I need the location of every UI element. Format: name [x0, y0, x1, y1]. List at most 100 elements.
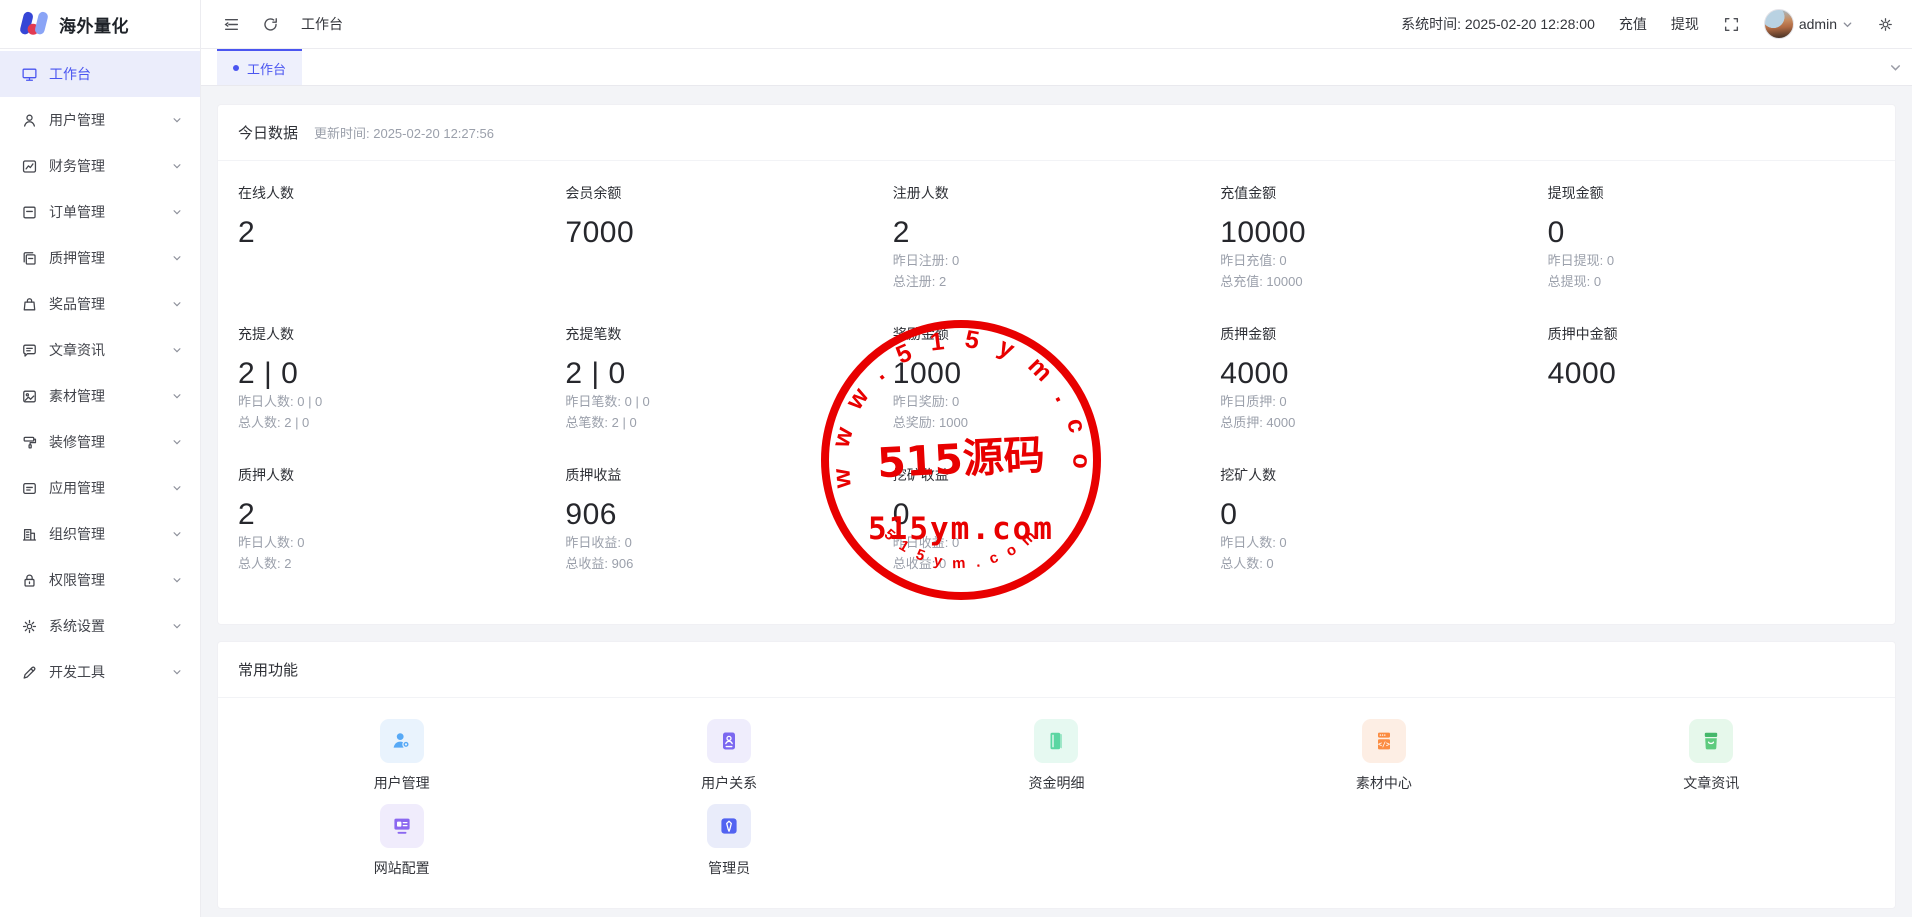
quick-app-article-news[interactable]: 文章资讯 — [1548, 719, 1875, 793]
paint-roller-icon — [21, 434, 38, 451]
contact-card-icon — [707, 719, 751, 763]
quick-app-label: 资金明细 — [1028, 773, 1084, 793]
recharge-button[interactable]: 充值 — [1619, 14, 1647, 34]
stat-sub-yesterday: 昨日人数: 0 | 0 — [238, 391, 555, 412]
stat-sub-yesterday: 昨日人数: 0 — [1220, 532, 1537, 553]
chevron-down-icon — [172, 345, 182, 355]
quick-app-label: 用户管理 — [374, 773, 430, 793]
building-icon — [21, 526, 38, 543]
quick-app-label: 管理员 — [708, 858, 750, 878]
quick-app-fund-details[interactable]: 资金明细 — [893, 719, 1220, 793]
sidebar-item-label: 奖品管理 — [49, 294, 172, 314]
quick-card-header: 常用功能 — [218, 642, 1895, 698]
gear-icon — [21, 618, 38, 635]
sidebar-item-label: 质押管理 — [49, 248, 172, 268]
stat-empty-cell — [1548, 465, 1875, 606]
sidebar-item-label: 开发工具 — [49, 662, 172, 682]
quick-app-material-center[interactable]: </> 素材中心 — [1220, 719, 1547, 793]
sidebar-item-dev-tools[interactable]: 开发工具 — [0, 649, 200, 695]
stat-sub-total: 总笔数: 2 | 0 — [565, 412, 882, 433]
stats-grid: 在线人数 2 会员余额 7000 注册人数 2 昨日注册: 0 总注册: 2 充… — [218, 161, 1895, 624]
system-time: 系统时间: 2025-02-20 12:28:00 — [1401, 14, 1595, 34]
article-bag-icon — [1689, 719, 1733, 763]
settings-gear-icon[interactable] — [1877, 16, 1894, 33]
sidebar-item-material-management[interactable]: 素材管理 — [0, 373, 200, 419]
stat-pledge-amount: 质押金额 4000 昨日质押: 0 总质押: 4000 — [1220, 324, 1547, 465]
stat-value: 4000 — [1548, 357, 1865, 391]
chevron-down-icon — [172, 437, 182, 447]
stat-sub-total: 总人数: 0 — [1220, 553, 1537, 574]
avatar[interactable] — [1764, 9, 1794, 39]
admin-badge-icon — [707, 804, 751, 848]
stat-withdraw-amount: 提现金额 0 昨日提现: 0 总提现: 0 — [1548, 183, 1875, 324]
sidebar-item-application-management[interactable]: 应用管理 — [0, 465, 200, 511]
breadcrumb: 工作台 — [301, 14, 343, 34]
sidebar-item-permission-management[interactable]: 权限管理 — [0, 557, 200, 603]
brand-area[interactable]: 海外量化 — [0, 0, 201, 48]
monitor-icon — [21, 66, 38, 83]
sidebar-item-organization-management[interactable]: 组织管理 — [0, 511, 200, 557]
stat-sub-total: 总人数: 2 — [238, 553, 555, 574]
sidebar-item-label: 工作台 — [49, 64, 182, 84]
quick-app-label: 素材中心 — [1356, 773, 1412, 793]
quick-app-user-management[interactable]: 用户管理 — [238, 719, 565, 793]
stat-mining-income: 挖矿收益 0 昨日收益: 0 总收益: 0 — [893, 465, 1220, 606]
sidebar-item-order-management[interactable]: 订单管理 — [0, 189, 200, 235]
stat-label: 充提人数 — [238, 324, 555, 344]
image-icon — [21, 388, 38, 405]
user-menu[interactable]: admin — [1764, 9, 1853, 39]
stat-sub-yesterday: 昨日收益: 0 — [893, 532, 1210, 553]
stat-sub-total: 总人数: 2 | 0 — [238, 412, 555, 433]
sidebar-item-article-news[interactable]: 文章资讯 — [0, 327, 200, 373]
stat-value: 0 — [1220, 498, 1537, 532]
chat-icon — [21, 342, 38, 359]
sidebar-item-pledge-management[interactable]: 质押管理 — [0, 235, 200, 281]
stat-pledge-income: 质押收益 906 昨日收益: 0 总收益: 906 — [565, 465, 892, 606]
code-window-icon: </> — [1362, 719, 1406, 763]
chevron-down-icon — [172, 483, 182, 493]
active-tab-dot — [233, 65, 239, 71]
quick-card-title: 常用功能 — [238, 659, 298, 680]
copy-icon — [21, 250, 38, 267]
app-root: 海外量化 工作台 系统时间: 2025-02-20 12:28:00 充值 提现… — [0, 0, 1912, 917]
stat-value: 4000 — [1220, 357, 1537, 391]
sidebar-item-prize-management[interactable]: 奖品管理 — [0, 281, 200, 327]
quick-app-administrator[interactable]: 管理员 — [565, 804, 892, 878]
site-monitor-icon — [380, 804, 424, 848]
user-gear-icon — [380, 719, 424, 763]
stat-label: 会员余额 — [565, 183, 882, 203]
stat-sub-total: 总注册: 2 — [893, 271, 1210, 292]
sidebar-item-system-settings[interactable]: 系统设置 — [0, 603, 200, 649]
stat-label: 充提笔数 — [565, 324, 882, 344]
app-window-icon — [21, 480, 38, 497]
sidebar-item-decoration-management[interactable]: 装修管理 — [0, 419, 200, 465]
chevron-down-icon — [172, 161, 182, 171]
today-card-header: 今日数据 更新时间: 2025-02-20 12:27:56 — [218, 105, 1895, 161]
sidebar-item-label: 组织管理 — [49, 524, 172, 544]
chevron-down-icon — [172, 575, 182, 585]
tab-list-chevron-icon[interactable] — [1889, 61, 1902, 74]
quick-app-site-config[interactable]: 网站配置 — [238, 804, 565, 878]
stat-label: 质押人数 — [238, 465, 555, 485]
stat-label: 质押收益 — [565, 465, 882, 485]
tab-workbench[interactable]: 工作台 — [217, 49, 302, 85]
sidebar-item-finance-management[interactable]: 财务管理 — [0, 143, 200, 189]
stat-value: 2 — [238, 216, 555, 250]
chevron-down-icon — [172, 621, 182, 631]
stat-member-balance: 会员余额 7000 — [565, 183, 892, 324]
document-icon — [21, 204, 38, 221]
stat-pledging-amount: 质押中金额 4000 — [1548, 324, 1875, 465]
sidebar-item-workbench[interactable]: 工作台 — [0, 51, 200, 97]
fullscreen-icon[interactable] — [1723, 16, 1740, 33]
quick-app-user-relations[interactable]: 用户关系 — [565, 719, 892, 793]
collapse-menu-icon[interactable] — [223, 16, 240, 33]
svg-text:</>: </> — [1378, 740, 1390, 748]
stat-sub-total: 总收益: 906 — [565, 553, 882, 574]
stat-sub-yesterday: 昨日奖励: 0 — [893, 391, 1210, 412]
sidebar-item-user-management[interactable]: 用户管理 — [0, 97, 200, 143]
withdraw-button[interactable]: 提现 — [1671, 14, 1699, 34]
sidebar-item-label: 权限管理 — [49, 570, 172, 590]
stat-sub-yesterday: 昨日注册: 0 — [893, 250, 1210, 271]
refresh-icon[interactable] — [262, 16, 279, 33]
stat-label: 奖励金额 — [893, 324, 1210, 344]
